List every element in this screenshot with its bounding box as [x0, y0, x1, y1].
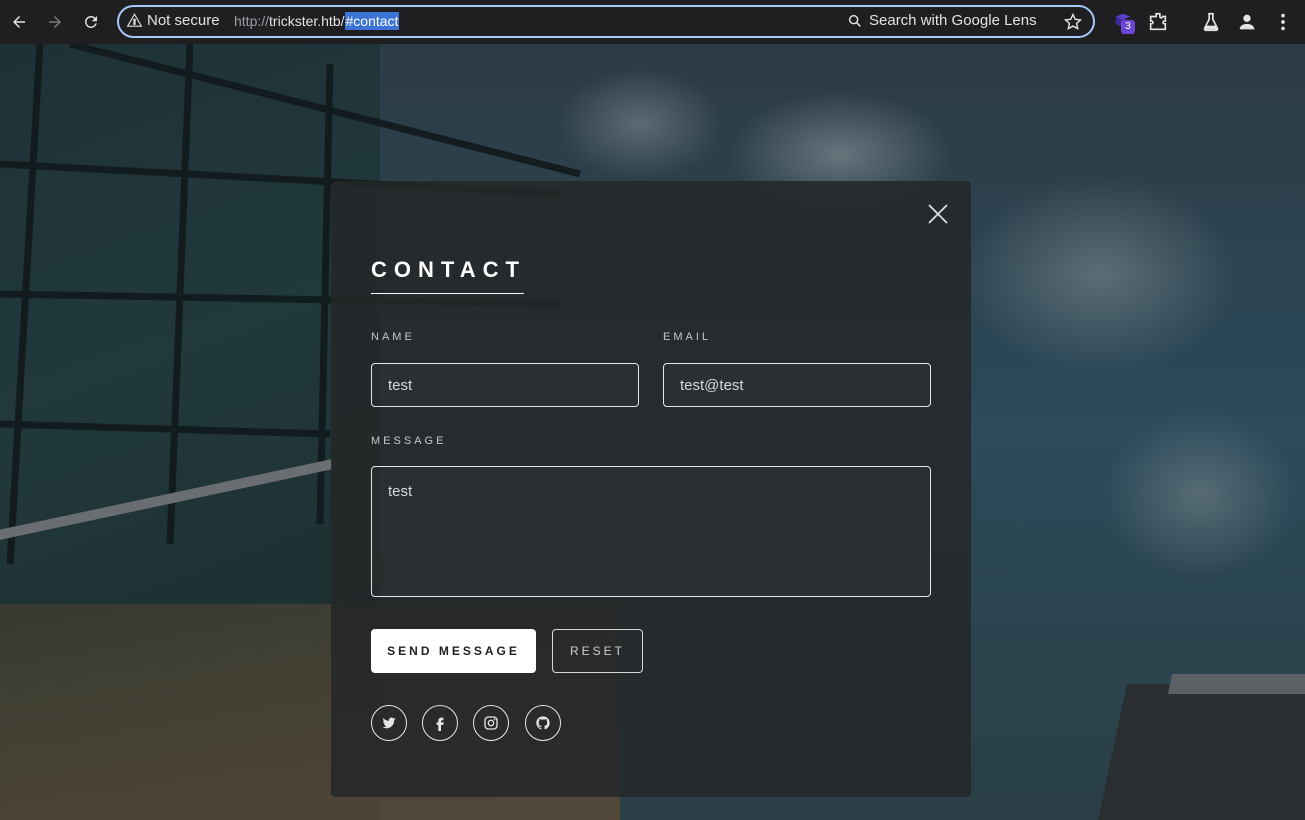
message-label: MESSAGE [371, 435, 447, 447]
github-link[interactable] [525, 705, 561, 741]
instagram-link[interactable] [473, 705, 509, 741]
name-label: NAME [371, 331, 415, 343]
security-label: Not secure [147, 12, 220, 29]
extension-badge: 3 [1121, 20, 1135, 34]
name-input[interactable] [371, 363, 639, 407]
forward-button[interactable] [41, 8, 69, 36]
contact-modal: CONTACT NAME EMAIL MESSAGE test SEND MES… [331, 181, 971, 797]
instagram-icon [484, 716, 498, 730]
google-lens-button[interactable]: Search with Google Lens [847, 12, 1037, 29]
puzzle-icon[interactable] [1147, 11, 1169, 33]
reset-button[interactable]: RESET [552, 629, 643, 673]
close-icon[interactable] [927, 203, 949, 225]
search-icon [848, 14, 861, 27]
github-icon [536, 716, 550, 730]
facebook-icon [436, 717, 444, 731]
message-textarea[interactable]: test [371, 466, 931, 597]
twitter-icon [382, 717, 396, 729]
roof-edge [1167, 674, 1305, 694]
facebook-link[interactable] [422, 705, 458, 741]
email-label: EMAIL [663, 331, 712, 343]
profile-icon[interactable] [1236, 11, 1258, 33]
security-indicator[interactable]: Not secure [127, 12, 220, 29]
page-title: CONTACT [371, 257, 526, 282]
address-bar[interactable]: Not secure http://trickster.htb/#contact… [117, 5, 1095, 38]
forward-icon [49, 16, 61, 28]
title-underline [371, 293, 524, 294]
url-host: trickster.htb/ [269, 13, 345, 29]
back-button[interactable] [5, 8, 33, 36]
labs-icon[interactable] [1200, 11, 1222, 33]
url-fragment: #contact [344, 12, 400, 30]
roof-structure [1092, 684, 1305, 820]
reload-button[interactable] [77, 8, 105, 36]
warning-icon [127, 13, 142, 27]
star-icon[interactable] [1063, 12, 1083, 32]
url-text[interactable]: http://trickster.htb/#contact [234, 12, 400, 30]
url-scheme: http:// [234, 13, 270, 29]
twitter-link[interactable] [371, 705, 407, 741]
lens-label: Search with Google Lens [869, 12, 1037, 29]
browser-toolbar: Not secure http://trickster.htb/#contact… [0, 0, 1305, 44]
back-icon [13, 16, 25, 28]
reload-icon [84, 15, 97, 28]
send-message-button[interactable]: SEND MESSAGE [371, 629, 536, 673]
email-input[interactable] [663, 363, 931, 407]
menu-icon[interactable] [1272, 11, 1294, 33]
